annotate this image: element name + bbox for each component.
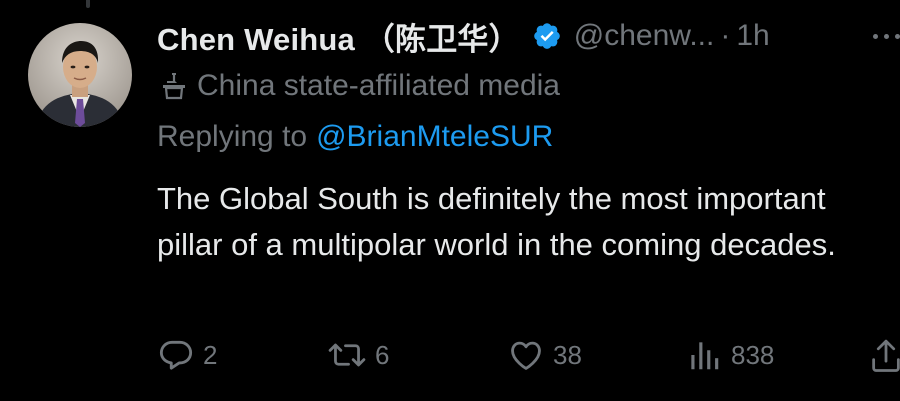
heart-icon [507, 336, 545, 374]
tweet-header: Chen Weihua （陈卫华） @chenw... · 1h [157, 14, 770, 58]
user-handle[interactable]: @chenw... [574, 19, 715, 53]
avatar-photo [28, 23, 132, 127]
replying-to: Replying to @BrianMteleSUR [157, 117, 553, 157]
thread-connector-line [86, 0, 90, 8]
timestamp[interactable]: 1h [736, 19, 769, 53]
retweet-count: 6 [375, 339, 390, 370]
tweet-text: The Global South is definitely the most … [157, 181, 836, 262]
separator-dot: · [720, 19, 731, 52]
reply-handle-link[interactable]: @BrianMteleSUR [316, 120, 553, 154]
views-count: 838 [731, 339, 775, 370]
views-chart-icon [685, 336, 723, 374]
like-count: 38 [553, 339, 582, 370]
avatar[interactable] [28, 23, 132, 127]
reply-icon [157, 336, 195, 374]
views-button[interactable]: 838 [685, 335, 774, 375]
more-options-icon[interactable] [873, 34, 900, 39]
reply-button[interactable]: 2 [157, 335, 217, 375]
affiliation-label[interactable]: China state-affiliated media [157, 66, 560, 106]
retweet-button[interactable]: 6 [327, 335, 389, 375]
share-button[interactable] [869, 335, 900, 375]
retweet-icon [327, 336, 367, 374]
display-name[interactable]: Chen Weihua （陈卫华） [157, 14, 520, 59]
like-button[interactable]: 38 [507, 335, 582, 375]
replying-to-label: Replying to [157, 120, 308, 153]
reply-count: 2 [203, 339, 218, 370]
verified-badge-icon[interactable] [532, 21, 562, 51]
podium-icon [157, 69, 191, 103]
share-icon [869, 336, 900, 374]
tweet-actions: 2 6 38 838 [157, 335, 900, 375]
affiliation-text: China state-affiliated media [197, 69, 560, 102]
